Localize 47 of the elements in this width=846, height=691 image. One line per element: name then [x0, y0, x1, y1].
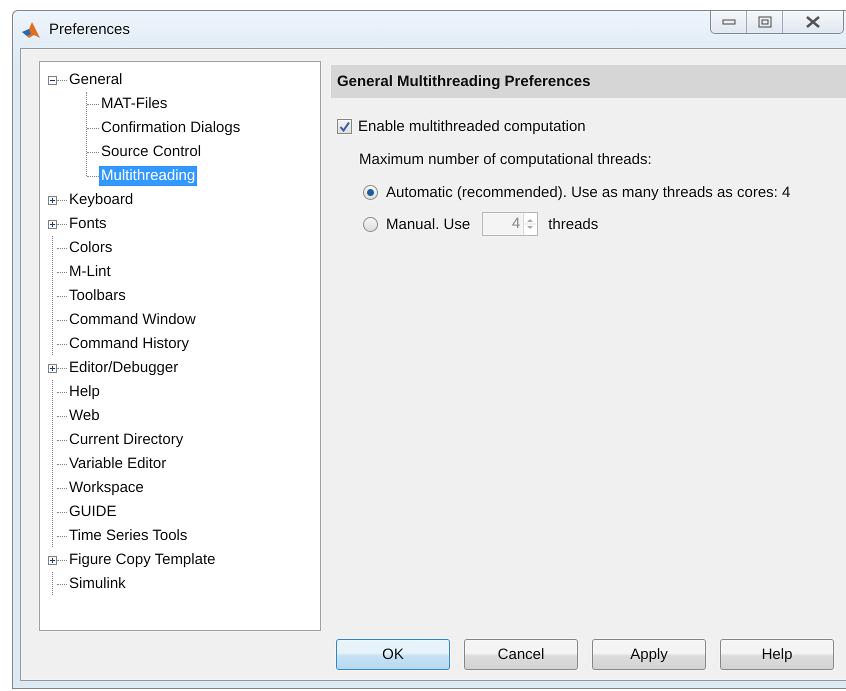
app-logo-icon: [21, 20, 41, 40]
tree-item[interactable]: Command History: [67, 334, 192, 354]
radio-label: Manual. Use: [386, 216, 470, 232]
tree-item[interactable]: Current Directory: [67, 430, 186, 450]
dialog-button[interactable]: Cancel: [464, 639, 578, 670]
tree-item[interactable]: Time Series Tools: [67, 526, 190, 546]
tree-item[interactable]: Confirmation Dialogs: [99, 118, 242, 138]
radio-label: Automatic (recommended). Use as many threads as cores: 4: [386, 184, 790, 200]
tree-item[interactable]: Simulink: [67, 574, 128, 594]
expander-icon[interactable]: [48, 364, 57, 372]
restore-icon: [758, 16, 772, 28]
tree-item[interactable]: MAT-Files: [99, 94, 170, 114]
radio-button[interactable]: [363, 216, 378, 232]
tree-item[interactable]: Fonts: [67, 214, 109, 234]
dialog-button[interactable]: OK: [336, 639, 450, 670]
dialog-button[interactable]: Apply: [592, 639, 706, 670]
panel-header: General Multithreading Preferences: [331, 65, 846, 98]
radio-label-suffix: threads: [548, 216, 598, 232]
expander-icon[interactable]: [48, 556, 57, 564]
tree-item[interactable]: M-Lint: [67, 262, 113, 282]
expander-icon[interactable]: [48, 196, 57, 204]
close-icon: [805, 16, 821, 28]
enable-checkbox[interactable]: [337, 119, 352, 134]
minimize-icon: [722, 18, 736, 26]
maximize-button[interactable]: [747, 11, 783, 33]
window-title: Preferences: [49, 21, 130, 38]
tree-item[interactable]: Figure Copy Template: [67, 550, 218, 570]
checkbox-label: Enable multithreaded computation: [358, 118, 586, 135]
minimize-button[interactable]: [711, 11, 747, 33]
tree-item[interactable]: Variable Editor: [67, 454, 168, 474]
close-button[interactable]: [783, 11, 843, 33]
tree-item[interactable]: GUIDE: [67, 502, 119, 522]
tree-item[interactable]: Keyboard: [67, 190, 136, 210]
tree-item[interactable]: Workspace: [67, 478, 146, 498]
threads-prompt: Maximum number of computational threads:: [359, 151, 653, 168]
tree-item[interactable]: Source Control: [99, 142, 204, 162]
tree-item[interactable]: Editor/Debugger: [67, 358, 180, 378]
tree-item[interactable]: Toolbars: [67, 286, 128, 306]
dialog-button[interactable]: Help: [720, 639, 834, 670]
tree-item[interactable]: Web: [67, 406, 102, 426]
tree-item[interactable]: Command Window: [67, 310, 198, 330]
expander-icon[interactable]: [48, 220, 57, 228]
tree-item[interactable]: General: [67, 70, 124, 90]
tree-item[interactable]: Colors: [67, 238, 114, 258]
expander-icon[interactable]: [48, 76, 57, 84]
tree-item[interactable]: Help: [67, 382, 102, 402]
radio-button[interactable]: [363, 184, 378, 200]
